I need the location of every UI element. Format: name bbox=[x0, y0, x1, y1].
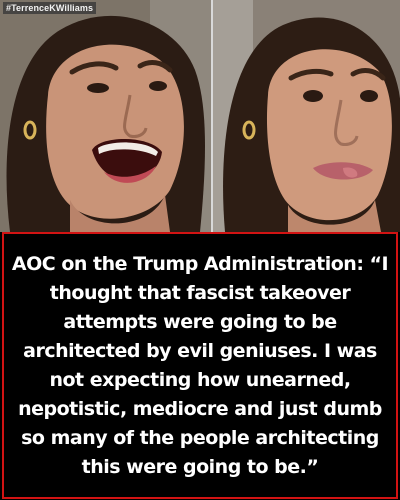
photo-strip: #TerrenceKWilliams bbox=[0, 0, 400, 232]
meme-post: #TerrenceKWilliams AOC on the Trump Admi… bbox=[0, 0, 400, 500]
photo-left-image bbox=[0, 0, 211, 232]
photo-left: #TerrenceKWilliams bbox=[0, 0, 211, 232]
watermark-label: #TerrenceKWilliams bbox=[3, 2, 97, 14]
photo-right bbox=[212, 0, 400, 232]
photo-right-image bbox=[212, 0, 400, 232]
caption-text: AOC on the Trump Administration: “I thou… bbox=[11, 252, 389, 478]
caption-box: AOC on the Trump Administration: “I thou… bbox=[2, 232, 398, 499]
